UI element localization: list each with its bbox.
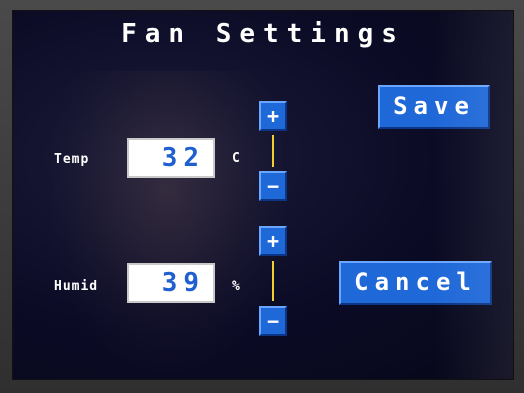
lcd-screen: Fan Settings Temp 32 C + − Humid 39 % + … [12,10,514,380]
humid-decrement-button[interactable]: − [259,306,287,336]
humid-increment-button[interactable]: + [259,226,287,256]
temp-value-field[interactable]: 32 [127,138,215,178]
humid-unit: % [232,279,240,294]
cancel-button[interactable]: Cancel [339,261,492,305]
temp-stepper-connector [272,135,274,167]
save-button[interactable]: Save [378,85,490,129]
humid-label: Humid [54,279,99,294]
temp-label: Temp [54,152,90,167]
humid-value-field[interactable]: 39 [127,263,215,303]
page-title: Fan Settings [121,19,405,49]
temp-increment-button[interactable]: + [259,101,287,131]
screen-glare [433,11,513,379]
humid-stepper-connector [272,261,274,301]
temp-decrement-button[interactable]: − [259,171,287,201]
temp-unit: C [232,151,240,166]
screen-reflection [53,71,283,371]
device-bezel: Fan Settings Temp 32 C + − Humid 39 % + … [0,0,524,393]
